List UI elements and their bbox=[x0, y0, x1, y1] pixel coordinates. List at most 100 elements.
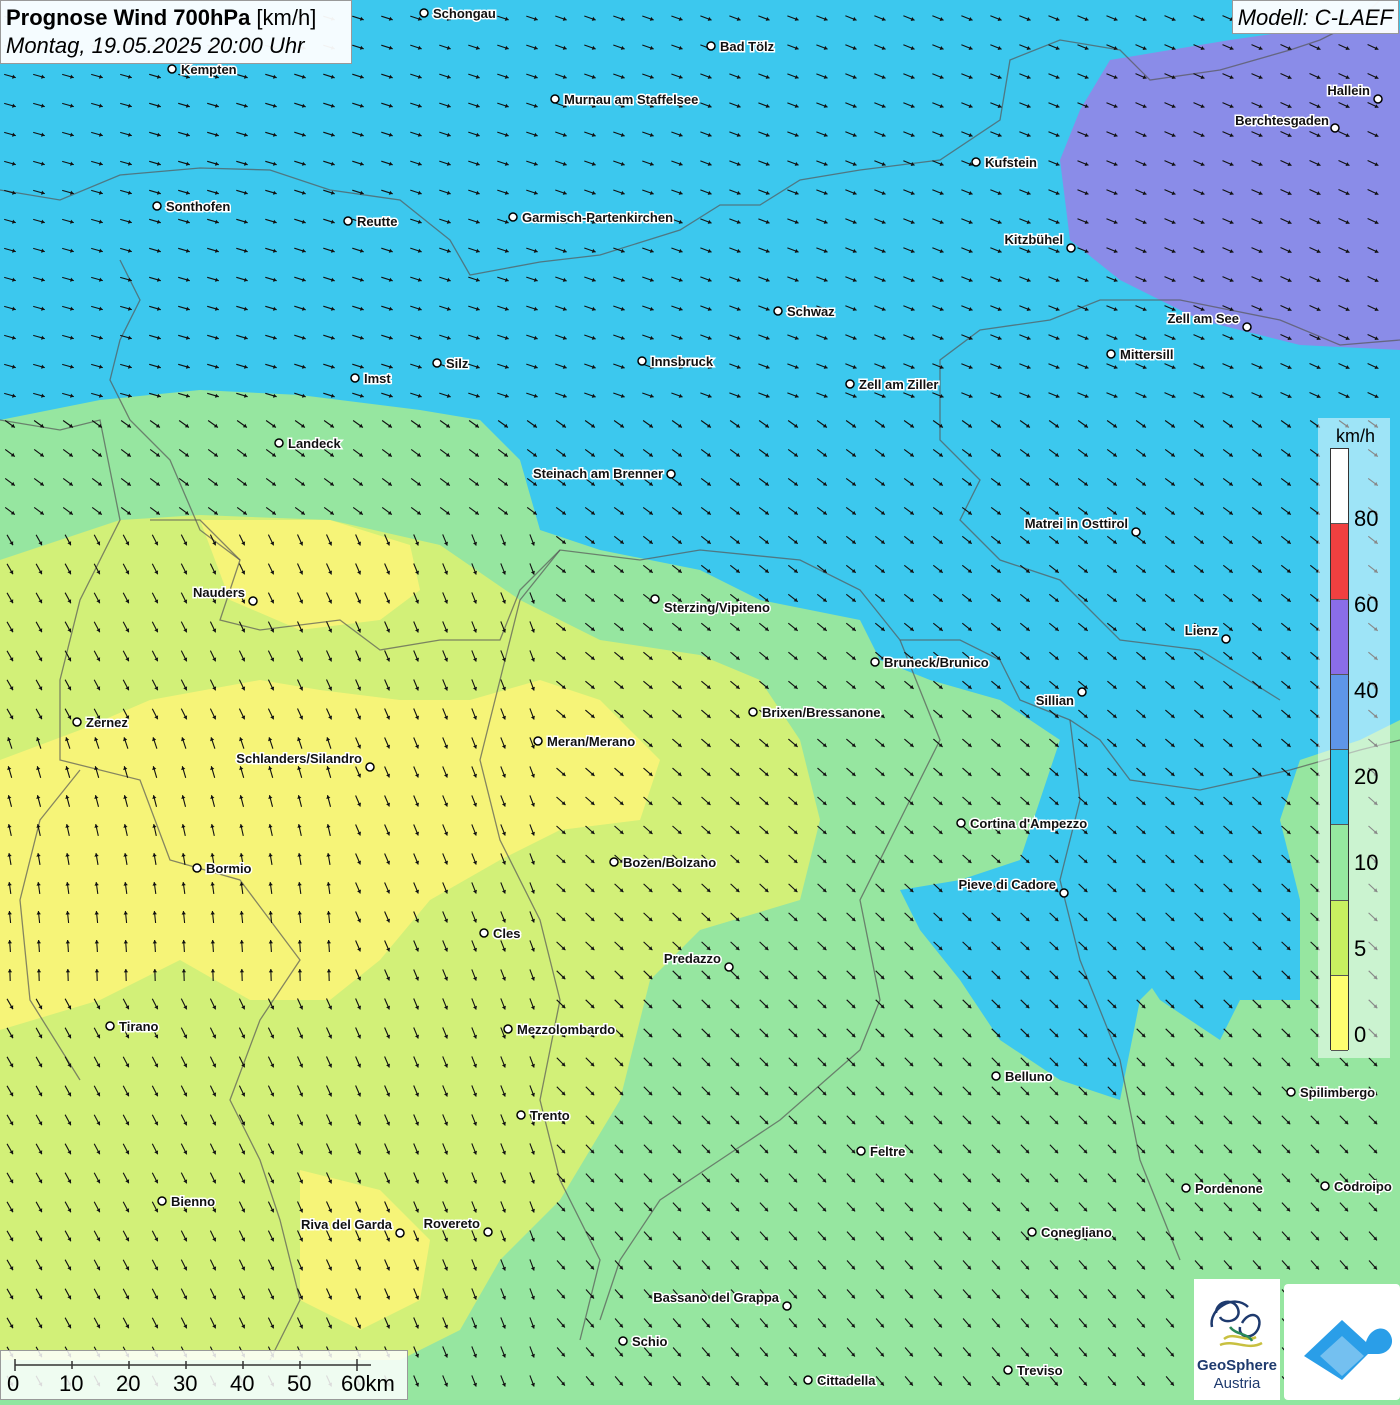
city-label: Bassano del Grappa bbox=[653, 1290, 779, 1305]
city-dot bbox=[504, 1025, 512, 1033]
city-label: Hallein bbox=[1327, 83, 1370, 98]
weather-app-logo[interactable] bbox=[1284, 1284, 1400, 1400]
forecast-datetime: Montag, 19.05.2025 20:00 Uhr bbox=[6, 32, 346, 60]
legend-segment bbox=[1331, 449, 1348, 524]
geosphere-swirl-icon bbox=[1194, 1283, 1280, 1363]
city-dot bbox=[992, 1072, 1000, 1080]
city-dot bbox=[774, 307, 782, 315]
city-label: Bad Tölz bbox=[720, 39, 775, 54]
city-label: Feltre bbox=[870, 1144, 905, 1159]
city-dot bbox=[158, 1197, 166, 1205]
city-label: Pordenone bbox=[1195, 1181, 1263, 1196]
wind-map: Schongau Bad Tölz Kempten Murnau am Staffel… bbox=[0, 0, 1400, 1400]
city-dot bbox=[344, 217, 352, 225]
city-label: Bozen/Bolzano bbox=[623, 855, 716, 870]
city-dot bbox=[1243, 323, 1251, 331]
city-label: Pieve di Cadore bbox=[958, 877, 1056, 892]
city-label: Mezzolombardo bbox=[517, 1022, 615, 1037]
city-dot bbox=[610, 858, 618, 866]
legend-label-80: 80 bbox=[1354, 506, 1378, 532]
city-dot bbox=[1078, 688, 1086, 696]
city-dot bbox=[957, 819, 965, 827]
city-label: Bienno bbox=[171, 1194, 215, 1209]
city-label: Treviso bbox=[1017, 1363, 1063, 1378]
city-dot bbox=[420, 9, 428, 17]
legend-segment bbox=[1331, 825, 1348, 900]
city-dot bbox=[1321, 1182, 1329, 1190]
legend-segment bbox=[1331, 524, 1348, 599]
city-label: Murnau am Staffelsee bbox=[564, 92, 698, 107]
city-dot bbox=[1222, 635, 1230, 643]
legend-label-20: 20 bbox=[1354, 764, 1378, 790]
city-dot bbox=[551, 95, 559, 103]
city-label: Cittadella bbox=[817, 1373, 876, 1388]
city-dot bbox=[1067, 244, 1075, 252]
city-dot bbox=[73, 718, 81, 726]
city-label: Kitzbühel bbox=[1005, 232, 1064, 247]
city-label: Silz bbox=[446, 356, 469, 371]
map-title-unit: [km/h] bbox=[250, 5, 316, 30]
model-label: Modell: C-LAEF bbox=[1232, 0, 1399, 34]
city-label: Tirano bbox=[119, 1019, 159, 1034]
scale-label-20: 20 bbox=[116, 1371, 140, 1397]
city-dot bbox=[667, 470, 675, 478]
city-dot bbox=[707, 42, 715, 50]
city-label: Schlanders/Silandro bbox=[236, 751, 362, 766]
map-title: Prognose Wind 700hPa [km/h] bbox=[6, 4, 346, 32]
city-dot bbox=[366, 763, 374, 771]
legend-label-10: 10 bbox=[1354, 850, 1378, 876]
city-dot bbox=[153, 202, 161, 210]
city-label: Cortina d'Ampezzo bbox=[970, 816, 1087, 831]
legend-segment bbox=[1331, 976, 1348, 1051]
city-label: Spilimbergo bbox=[1300, 1085, 1375, 1100]
city-label: Kufstein bbox=[985, 155, 1037, 170]
city-label: Meran/Merano bbox=[547, 734, 635, 749]
city-label: Schio bbox=[632, 1334, 667, 1349]
city-dot bbox=[509, 213, 517, 221]
legend-segment bbox=[1331, 675, 1348, 750]
city-label: Bormio bbox=[206, 861, 252, 876]
city-label: Zell am See bbox=[1167, 311, 1239, 326]
legend-segment bbox=[1331, 750, 1348, 825]
city-label: Trento bbox=[530, 1108, 570, 1123]
city-label: Reutte bbox=[357, 214, 397, 229]
city-label: Rovereto bbox=[424, 1216, 480, 1231]
city-dot bbox=[1331, 124, 1339, 132]
city-label: Predazzo bbox=[664, 951, 721, 966]
legend-label-5: 5 bbox=[1354, 936, 1366, 962]
city-label: Codroipo bbox=[1334, 1179, 1392, 1194]
city-label: Matrei in Osttirol bbox=[1025, 516, 1128, 531]
city-label: Steinach am Brenner bbox=[533, 466, 663, 481]
legend: km/h 80 60 40 20 10 5 0 bbox=[1318, 418, 1390, 1058]
city-label: Bruneck/Brunico bbox=[884, 655, 989, 670]
cloud-arrow-icon bbox=[1284, 1284, 1400, 1400]
city-label: Zernez bbox=[86, 715, 128, 730]
city-dot bbox=[480, 929, 488, 937]
city-dot bbox=[168, 65, 176, 73]
city-dot bbox=[433, 359, 441, 367]
city-label: Schwaz bbox=[787, 304, 835, 319]
city-dot bbox=[1287, 1088, 1295, 1096]
city-label: Cles bbox=[493, 926, 520, 941]
city-dot bbox=[484, 1228, 492, 1236]
city-label: Schongau bbox=[433, 6, 496, 21]
scale-label-50: 50 bbox=[287, 1371, 311, 1397]
city-label: Mittersill bbox=[1120, 347, 1173, 362]
city-dot bbox=[1182, 1184, 1190, 1192]
scale-label-40: 40 bbox=[230, 1371, 254, 1397]
legend-label-40: 40 bbox=[1354, 678, 1378, 704]
geosphere-logo-line1: GeoSphere bbox=[1194, 1357, 1280, 1374]
city-dot bbox=[651, 595, 659, 603]
city-label: Sonthofen bbox=[166, 199, 230, 214]
geosphere-logo[interactable]: GeoSphere Austria bbox=[1194, 1279, 1280, 1400]
city-label: Kempten bbox=[181, 62, 237, 77]
city-dot bbox=[193, 864, 201, 872]
city-label: Innsbruck bbox=[651, 354, 714, 369]
map-title-box: Prognose Wind 700hPa [km/h] Montag, 19.0… bbox=[0, 0, 352, 64]
city-label: Sterzing/Vipiteno bbox=[664, 600, 770, 615]
city-label: Conegliano bbox=[1041, 1225, 1112, 1240]
city-dot bbox=[1132, 528, 1140, 536]
legend-color-bar bbox=[1330, 448, 1349, 1050]
city-label: Landeck bbox=[288, 436, 342, 451]
city-label: Berchtesgaden bbox=[1235, 113, 1329, 128]
